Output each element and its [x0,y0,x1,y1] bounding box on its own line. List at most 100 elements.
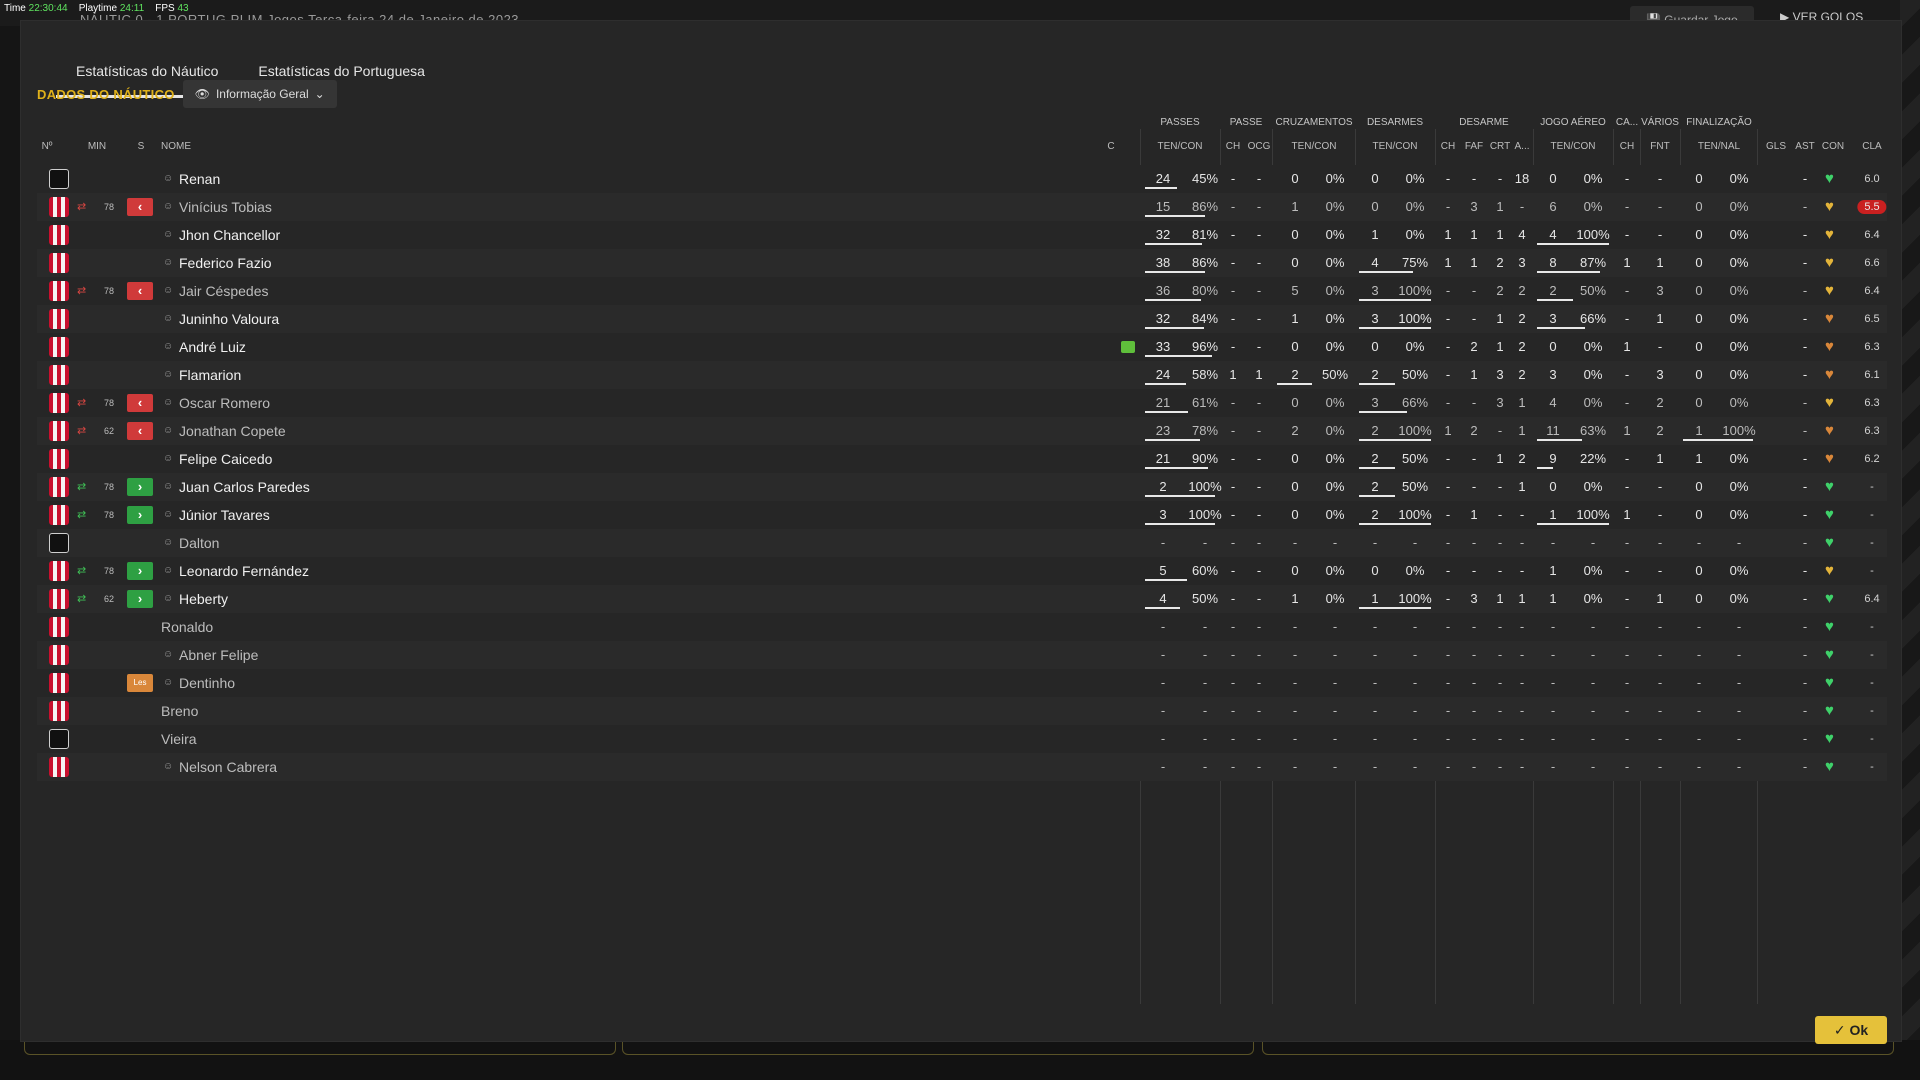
person-icon: ☺ [163,173,174,184]
ds-a: 2 [1518,367,1526,382]
player-name[interactable]: Nelson Cabrera [179,753,277,781]
table-row[interactable]: Breno - - - - - - - - - - - - - - - - - - - ♥ - [37,697,1887,725]
player-rating: - [1870,481,1874,493]
col-fnt[interactable]: FNT [1650,141,1669,152]
table-row[interactable]: ☺ Federico Fazio 38 86% - -0 0% 4 75% 1 1 2 3 8 87% 1 1 0… [37,249,1887,277]
ds-faf: - [1471,647,1477,662]
player-name[interactable]: Breno [161,697,198,725]
view-dropdown[interactable]: 👁 Informação Geral ⌄ [182,80,337,108]
col-ca-ch[interactable]: CH [1620,141,1634,152]
player-name[interactable]: Leonardo Fernández [179,557,309,585]
crosses-pct: - [1332,535,1338,550]
player-name[interactable]: Federico Fazio [179,249,272,277]
table-row[interactable]: ⇄ 78 › ☺ Júnior Tavares 3 100% - -0 0% 2 100% -1- -1 1… [37,501,1887,529]
assists: - [1802,227,1808,242]
fnt: - [1657,227,1663,242]
col-name[interactable]: NOME [161,141,191,152]
col-passe-ch[interactable]: CH [1226,141,1240,152]
chances-created: - [1256,283,1262,298]
col-finalizacao[interactable]: TEN/NAL [1698,141,1740,152]
person-icon: ☺ [163,425,174,436]
table-row[interactable]: ⇄ 78 ‹ ☺ Oscar Romero 21 61% - -0 0% 3 66% - -3 1 4 0% -2… [37,389,1887,417]
player-name[interactable]: Juninho Valoura [179,305,279,333]
person-icon: ☺ [163,285,174,296]
tackles-pct: - [1412,535,1418,550]
col-passe-ocg[interactable]: OCG [1248,141,1271,152]
player-name[interactable]: Renan [179,165,220,193]
table-row[interactable]: Ronaldo - - - - - - - - - - - - - - - - - - - ♥ - [37,613,1887,641]
col-min[interactable]: MIN [88,141,106,152]
table-row[interactable]: ☺ Renan 24 45% - -0 0% 0 0% - - -18 0 0% - -0 0% - ♥ 6.0 [37,165,1887,193]
chances-created: - [1256,227,1262,242]
player-name[interactable]: Heberty [179,585,228,613]
player-name[interactable]: Abner Felipe [179,641,258,669]
ok-button[interactable]: ✓ Ok [1815,1016,1887,1044]
col-ds-crt[interactable]: CRT [1490,141,1510,152]
table-row[interactable]: ☺ Nelson Cabrera - - - - - - - - - - - - - - - - - - - ♥ - [37,753,1887,781]
table-row[interactable]: ☺ Abner Felipe - - - - - - - - - - - - - - - - - - - ♥ - [37,641,1887,669]
col-ast[interactable]: AST [1795,141,1814,152]
table-row[interactable]: ☺ Dalton - - - - - - - - - - - - - - - - - - - ♥ - [37,529,1887,557]
player-name[interactable]: Felipe Caicedo [179,445,272,473]
shots-attempted: - [1696,535,1702,550]
col-ds-ch[interactable]: CH [1441,141,1455,152]
team-shirt-icon [49,617,69,637]
table-row[interactable]: ☺ Felipe Caicedo 21 90% - -0 0% 2 50% - -1 2 9 22% -1 1… [37,445,1887,473]
col-cruzamentos[interactable]: TEN/CON [1292,141,1337,152]
ds-crt: 2 [1496,255,1504,270]
table-row[interactable]: ⇄ 78 › ☺ Juan Carlos Paredes 2 100% - -0 0% 2 50% - -… [37,473,1887,501]
chances-created: - [1256,507,1262,522]
ds-a: - [1519,731,1525,746]
player-name[interactable]: Júnior Tavares [179,501,270,529]
table-row[interactable]: ⇄ 78 ‹ ☺ Jair Céspedes 36 80% - -5 0% 3 100% - -2 2 2 50… [37,277,1887,305]
ds-crt: - [1497,507,1503,522]
player-name[interactable]: Jair Céspedes [179,277,269,305]
player-name[interactable]: Jhon Chancellor [179,221,280,249]
col-no[interactable]: Nº [42,141,53,152]
col-gls[interactable]: GLS [1766,141,1786,152]
col-s[interactable]: S [138,141,145,152]
aerial-pct: 0% [1583,563,1603,578]
player-name[interactable]: Jonathan Copete [179,417,286,445]
player-name[interactable]: André Luiz [179,333,246,361]
chances-created: - [1256,171,1262,186]
table-row[interactable]: ☺ Flamarion 24 58% 1 1 2 50% 2 50% -1 3 2 3 0% -3 0 0% - ♥ 6… [37,361,1887,389]
player-name[interactable]: Oscar Romero [179,389,270,417]
col-c[interactable]: C [1107,141,1114,152]
player-name[interactable]: Vinícius Tobias [179,193,272,221]
col-con[interactable]: CON [1822,141,1844,152]
crosses-attempted: 1 [1291,591,1299,606]
table-row[interactable]: ⇄ 62 ‹ ☺ Jonathan Copete 23 78% - -2 0% 2 100% 1 2-1 1… [37,417,1887,445]
col-desarmes[interactable]: TEN/CON [1373,141,1418,152]
table-row[interactable]: ☺ Juninho Valoura 32 84% - -1 0% 3 100% - -1 2 3 66% -… [37,305,1887,333]
ds-crt: 3 [1496,367,1504,382]
substituted-out-icon: ‹ [127,198,153,216]
table-row[interactable]: ☺ Jhon Chancellor 32 81% - -0 0% 1 0% 1 1 1 4 4 100% - -… [37,221,1887,249]
player-rating: 6.6 [1864,257,1880,269]
ds-a: 4 [1518,227,1526,242]
player-name[interactable]: Vieira [161,725,197,753]
table-row[interactable]: ⇄ 78 ‹ ☺ Vinícius Tobias 15 86% - -1 0% 0 0% -3 1-6 0%… [37,193,1887,221]
tackles-attempted: 0 [1371,171,1379,186]
table-row[interactable]: ⇄ 62 › ☺ Heberty 4 50% - -1 0% 1 100% -3 1 1 1 0% -1 0 0% - ♥… [37,585,1887,613]
table-row[interactable]: Vieira - - - - - - - - - - - - - - - - - - - ♥ - [37,725,1887,753]
col-ds-faf[interactable]: FAF [1465,141,1483,152]
ca-ch: - [1624,479,1630,494]
player-name[interactable]: Juan Carlos Paredes [179,473,310,501]
table-row[interactable]: Les ☺ Dentinho - - - - - - - - - - - - - - - - - - - ♥ - [37,669,1887,697]
col-ds-a[interactable]: A... [1514,141,1529,152]
player-name[interactable]: Dalton [179,529,219,557]
ds-a: 2 [1518,451,1526,466]
player-name[interactable]: Dentinho [179,669,235,697]
ds-a: - [1519,535,1525,550]
table-row[interactable]: ☺ André Luiz 33 96% - -0 0% 0 0% -2 1 2 0 0% 1-0 0% - ♥ 6.… [37,333,1887,361]
player-name[interactable]: Flamarion [179,361,241,389]
player-name[interactable]: Ronaldo [161,613,213,641]
col-aereo[interactable]: TEN/CON [1551,141,1596,152]
col-cla[interactable]: CLA [1862,141,1881,152]
col-passes[interactable]: TEN/CON [1158,141,1203,152]
table-row[interactable]: ⇄ 78 › ☺ Leonardo Fernández 5 60% - -0 0% 0 0% - - - -1… [37,557,1887,585]
team-shirt-icon [49,449,69,469]
crosses-attempted: 1 [1291,311,1299,326]
passes-attempted: - [1160,759,1166,774]
